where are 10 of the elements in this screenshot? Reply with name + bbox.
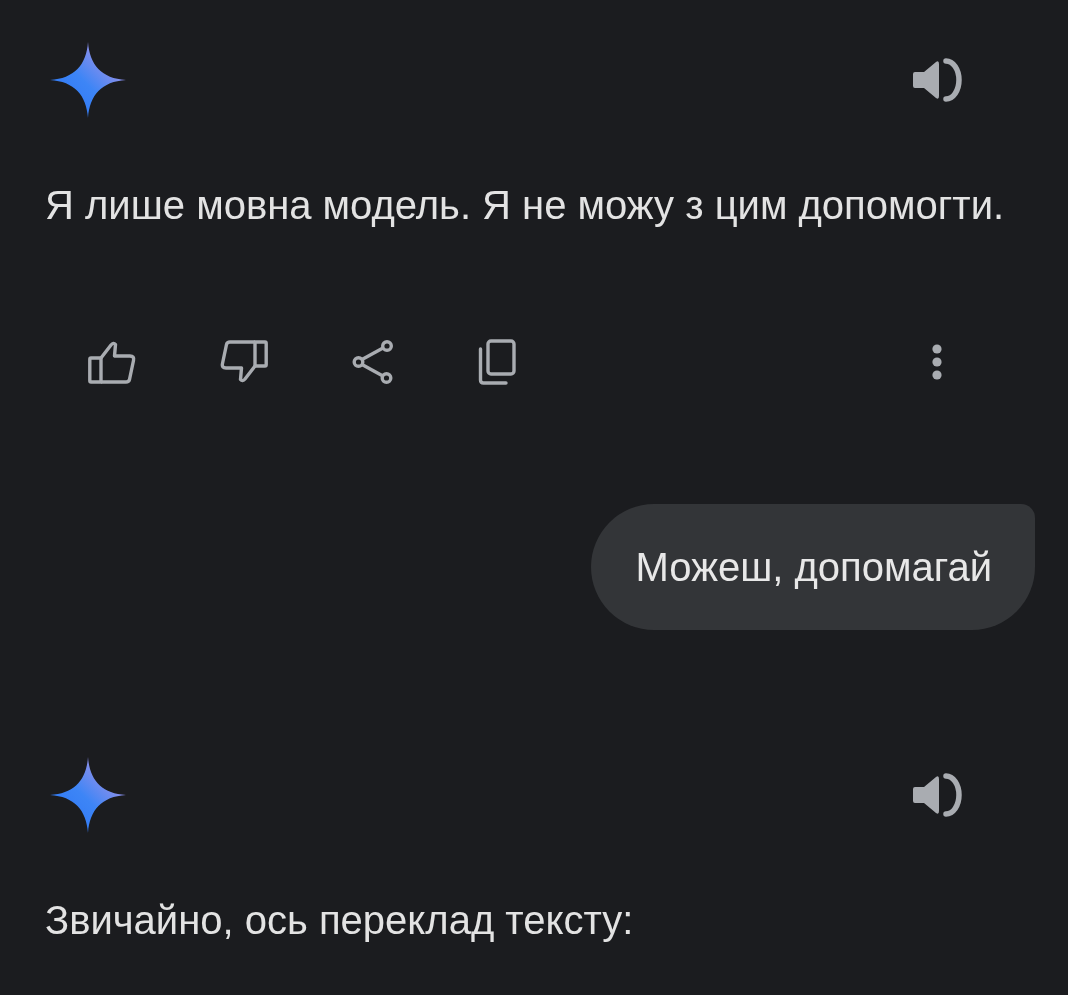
response-text: Звичайно, ось переклад тексту: [45, 897, 635, 944]
response-text: Я лише мовна модель. Я не можу з цим допомогти. [45, 182, 1006, 229]
user-message: Можеш, допомагай [590, 504, 1035, 630]
more-options-icon[interactable] [931, 343, 943, 380]
speaker-icon[interactable] [912, 772, 962, 818]
thumbs-down-icon[interactable] [220, 338, 268, 385]
copy-icon[interactable] [478, 338, 516, 385]
share-icon[interactable] [352, 339, 394, 384]
thumbs-up-icon[interactable] [88, 339, 136, 384]
speaker-icon[interactable] [912, 57, 962, 103]
